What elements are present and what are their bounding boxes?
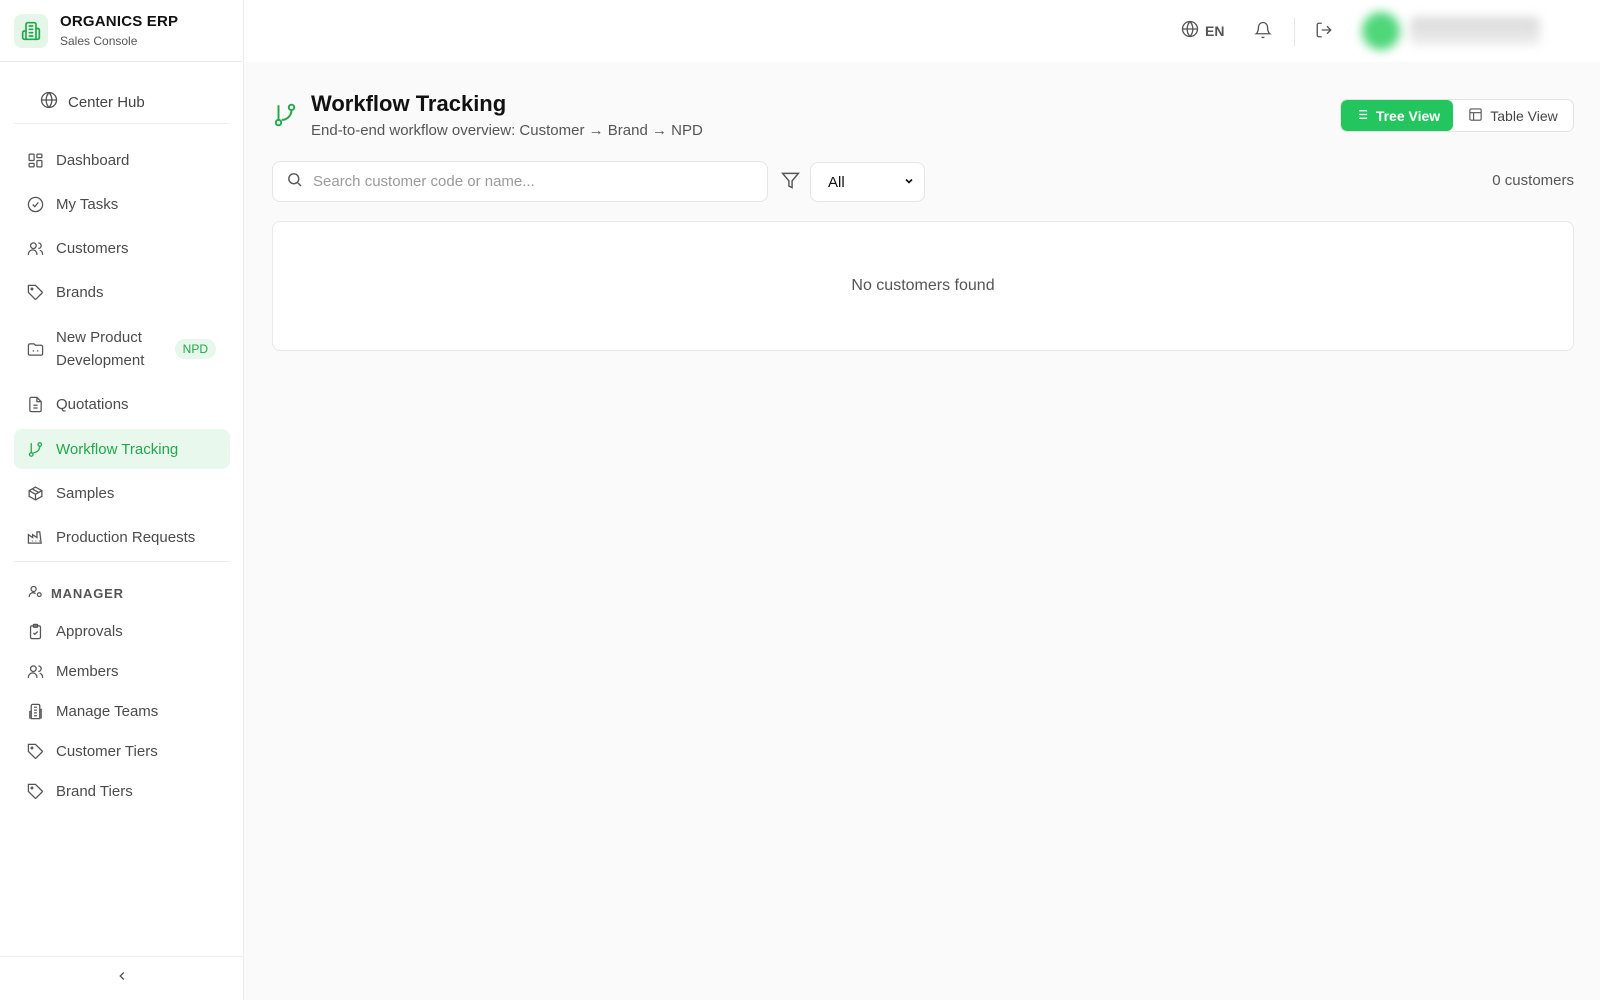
users-icon: [26, 662, 44, 680]
empty-state-card: No customers found: [272, 221, 1574, 351]
user-cog-icon: [28, 584, 43, 602]
sidebar-item-workflow-tracking[interactable]: Workflow Tracking: [14, 429, 230, 469]
users-icon: [26, 239, 44, 257]
filter-select-value: All: [828, 173, 845, 191]
sidebar-item-my-tasks[interactable]: My Tasks: [14, 186, 230, 222]
grid-icon: [26, 151, 44, 169]
page-subtitle: End-to-end workflow overview: Customer →…: [311, 122, 703, 139]
search-input[interactable]: [313, 173, 733, 190]
avatar: [1362, 12, 1400, 50]
sidebar-item-label: Approvals: [56, 622, 123, 640]
sidebar-item-customers[interactable]: Customers: [14, 230, 230, 266]
tree-view-button[interactable]: Tree View: [1341, 100, 1453, 131]
tag-icon: [26, 782, 44, 800]
table-view-button[interactable]: Table View: [1453, 100, 1573, 131]
sidebar-item-customer-tiers[interactable]: Customer Tiers: [14, 733, 230, 769]
sidebar-item-label: Brands: [56, 283, 104, 301]
top-bar: EN: [244, 0, 1600, 62]
factory-icon: [26, 528, 44, 546]
sidebar-item-label: Customers: [56, 239, 129, 257]
manager-section-label: MANAGER: [51, 585, 124, 601]
app-subtitle: Sales Console: [60, 34, 138, 48]
building-icon: [14, 13, 48, 48]
page-title: Workflow Tracking: [311, 91, 507, 116]
user-profile[interactable]: [1362, 8, 1562, 54]
building-icon: [26, 702, 44, 720]
sidebar-item-label: Customer Tiers: [56, 742, 158, 760]
sidebar-item-production-requests[interactable]: Production Requests: [14, 519, 230, 555]
sidebar-item-label: My Tasks: [56, 195, 119, 213]
bell-icon[interactable]: [1254, 21, 1272, 44]
sidebar-item-brand-tiers[interactable]: Brand Tiers: [14, 773, 230, 809]
center-hub-label: Center Hub: [68, 94, 145, 111]
logout-icon[interactable]: [1315, 21, 1333, 44]
npd-badge: NPD: [174, 339, 216, 359]
filter-icon[interactable]: [781, 171, 800, 195]
sidebar-item-label: New Product Development: [56, 329, 145, 369]
chevron-left-icon: [115, 969, 129, 988]
sidebar-item-members[interactable]: Members: [14, 653, 230, 689]
folder-icon: [26, 340, 44, 358]
sidebar-item-label: Samples: [56, 484, 115, 502]
center-hub-link[interactable]: Center Hub: [14, 82, 229, 124]
tree-view-label: Tree View: [1375, 107, 1441, 124]
tag-icon: [26, 283, 44, 301]
list-icon: [1354, 107, 1369, 125]
sidebar-divider: [14, 561, 230, 562]
sidebar-item-samples[interactable]: Samples: [14, 475, 230, 511]
empty-state-message: No customers found: [851, 277, 995, 294]
sidebar: ORGANICS ERP Sales Console Center Hub Da…: [0, 0, 244, 1000]
sidebar-item-label: Brand Tiers: [56, 782, 133, 800]
customer-count: 0 customers: [1492, 172, 1574, 189]
globe-icon: [40, 91, 58, 114]
user-name-blurred: [1410, 17, 1540, 45]
git-branch-icon: [26, 440, 44, 458]
collapse-sidebar-button[interactable]: [0, 956, 244, 1000]
language-switcher[interactable]: EN: [1181, 20, 1224, 41]
brand-header: ORGANICS ERP Sales Console: [0, 0, 243, 62]
sidebar-item-quotations[interactable]: Quotations: [14, 386, 230, 422]
tag-icon: [26, 742, 44, 760]
table-view-label: Table View: [1490, 107, 1558, 124]
table-icon: [1468, 107, 1483, 125]
language-label: EN: [1205, 22, 1225, 39]
sidebar-item-label: Production Requests: [56, 528, 196, 546]
search-icon: [286, 171, 303, 193]
view-toggle: Tree View Table View: [1340, 99, 1574, 132]
check-circle-icon: [26, 195, 44, 213]
sidebar-item-npd[interactable]: New Product Development NPD: [14, 324, 230, 374]
sidebar-item-label: Workflow Tracking: [56, 440, 179, 458]
sidebar-item-dashboard[interactable]: Dashboard: [14, 142, 230, 178]
file-text-icon: [26, 395, 44, 413]
sidebar-item-approvals[interactable]: Approvals: [14, 613, 230, 649]
sidebar-item-manage-teams[interactable]: Manage Teams: [14, 693, 230, 729]
sidebar-item-label: Dashboard: [56, 151, 130, 169]
git-branch-icon: [272, 102, 298, 133]
clipboard-check-icon: [26, 622, 44, 640]
sidebar-item-label: Quotations: [56, 395, 129, 413]
globe-icon: [1181, 20, 1199, 41]
topbar-divider: [1294, 18, 1295, 46]
sidebar-item-brands[interactable]: Brands: [14, 274, 230, 310]
sidebar-item-label: Members: [56, 662, 119, 680]
package-icon: [26, 484, 44, 502]
search-box[interactable]: [272, 161, 768, 202]
chevron-down-icon: [903, 174, 915, 191]
manager-section-header: MANAGER: [28, 584, 124, 602]
sidebar-item-label: Manage Teams: [56, 702, 159, 720]
app-name: ORGANICS ERP: [60, 13, 179, 30]
filter-select[interactable]: All: [810, 162, 925, 202]
